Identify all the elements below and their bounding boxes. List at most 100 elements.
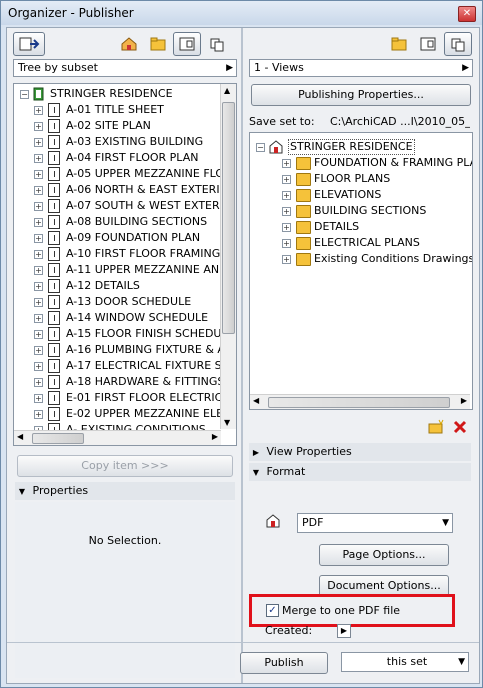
scroll-left-icon[interactable]: ◀ [253, 396, 259, 405]
expand-icon[interactable]: + [34, 298, 43, 307]
collapse-icon[interactable]: − [20, 90, 29, 99]
format-value: PDF [302, 516, 324, 529]
scroll-thumb[interactable] [222, 102, 235, 334]
delete-icon[interactable] [449, 416, 471, 438]
expand-icon[interactable]: + [282, 159, 291, 168]
h-scroll-thumb[interactable] [32, 433, 84, 444]
publisher-sets-icon[interactable] [203, 32, 231, 56]
tree-item-label: A-18 HARDWARE & FITTINGS [66, 375, 225, 388]
page-options-button[interactable]: Page Options... [319, 544, 449, 566]
merge-label[interactable]: Merge to one PDF file [282, 604, 400, 617]
layout-sheet-icon [48, 279, 60, 293]
publisher-sets-icon[interactable] [444, 32, 472, 56]
publish-button[interactable]: Publish [240, 652, 328, 674]
layout-sheet-icon [48, 263, 60, 277]
pane-divider[interactable] [241, 28, 243, 683]
expand-icon[interactable]: + [34, 170, 43, 179]
horizontal-scrollbar[interactable]: ◀ ▶ [14, 430, 221, 445]
tree-item-label: A-11 UPPER MEZZANINE AND [66, 263, 228, 276]
folder-icon [296, 237, 311, 250]
expand-icon[interactable]: + [34, 282, 43, 291]
layout-sheet-icon [48, 151, 60, 165]
publisher-tree-item-label: DETAILS [314, 220, 360, 233]
expand-icon[interactable]: + [34, 330, 43, 339]
expand-icon[interactable]: + [34, 138, 43, 147]
no-selection-text: No Selection. [88, 534, 162, 547]
right-pane: 1 - Views ▶ Publishing Properties... Sav… [245, 28, 477, 683]
view-properties-header[interactable]: ▶ View Properties [249, 443, 471, 461]
view-map-icon[interactable] [385, 32, 413, 56]
window-title: Organizer - Publisher [8, 6, 134, 20]
publisher-tree-item-label: ELEVATIONS [314, 188, 382, 201]
copy-item-button[interactable]: Copy item >>> [17, 455, 233, 477]
expand-icon[interactable]: + [34, 378, 43, 387]
expand-icon[interactable]: + [34, 154, 43, 163]
title-bar[interactable]: Organizer - Publisher ✕ [1, 1, 482, 25]
expand-icon[interactable]: + [34, 122, 43, 131]
scroll-down-icon[interactable]: ▼ [224, 418, 230, 427]
expand-icon[interactable]: + [282, 223, 291, 232]
format-header[interactable]: ▼ Format [249, 463, 471, 481]
layout-tree[interactable]: − STRINGER RESIDENCE + A-01 TITLE SHEET + A… [13, 83, 237, 446]
dropdown-arrow-icon: ▼ [442, 518, 449, 528]
format-dropdown[interactable]: PDF ▼ [297, 513, 453, 533]
expand-icon[interactable]: + [34, 410, 43, 419]
scroll-up-icon[interactable]: ▲ [224, 86, 230, 95]
expand-icon[interactable]: + [282, 255, 291, 264]
expand-icon[interactable]: + [282, 207, 291, 216]
expand-icon[interactable]: + [34, 202, 43, 211]
folder-icon [296, 157, 311, 170]
tree-mode-value: Tree by subset [18, 61, 98, 74]
expand-icon[interactable]: + [34, 362, 43, 371]
expand-icon[interactable]: + [282, 175, 291, 184]
tree-mode-dropdown[interactable]: Tree by subset ▶ [13, 59, 237, 77]
merge-checkbox[interactable]: ✓ [266, 604, 279, 617]
expand-icon[interactable]: + [34, 186, 43, 195]
layout-sheet-icon [48, 103, 60, 117]
expand-icon[interactable]: + [34, 314, 43, 323]
save-set-path[interactable]: C:\ArchiCAD ...I\2010_05_17 [330, 115, 470, 128]
properties-header[interactable]: ▼ Properties [15, 482, 235, 500]
tree-item-label: A-16 PLUMBING FIXTURE & AF [66, 343, 232, 356]
tree-item-label: A-08 BUILDING SECTIONS [66, 215, 208, 228]
properties-panel: No Selection. [15, 502, 235, 678]
layout-sheet-icon [48, 407, 60, 421]
horizontal-scrollbar[interactable]: ◀ ▶ [250, 394, 470, 409]
expand-icon[interactable]: + [282, 239, 291, 248]
close-button[interactable]: ✕ [458, 6, 476, 22]
expand-icon[interactable]: + [34, 218, 43, 227]
publisher-tree[interactable]: − STRINGER RESIDENCE + FOUNDATION & FRAMI… [249, 132, 473, 410]
expand-icon[interactable]: + [34, 346, 43, 355]
collapse-icon[interactable]: − [256, 143, 265, 152]
expand-icon[interactable]: + [34, 106, 43, 115]
expand-triangle-icon: ▼ [252, 468, 260, 477]
dropdown-arrow-icon: ▶ [462, 63, 469, 73]
scroll-right-icon[interactable]: ▶ [212, 432, 218, 441]
tree-item-label: A-14 WINDOW SCHEDULE [66, 311, 209, 324]
view-properties-label: View Properties [266, 445, 352, 458]
expand-icon[interactable]: + [282, 191, 291, 200]
expand-icon[interactable]: + [34, 394, 43, 403]
publish-scope-dropdown[interactable]: this set ▼ [341, 652, 469, 672]
created-arrow-button[interactable]: ▶ [337, 624, 351, 638]
expand-icon[interactable]: + [34, 250, 43, 259]
tree-item-label: A-09 FOUNDATION PLAN [66, 231, 201, 244]
layout-sheet-icon [48, 167, 60, 181]
folder-icon [296, 221, 311, 234]
send-to-icon[interactable] [13, 32, 45, 56]
format-label: Format [266, 465, 306, 478]
folder-icon [296, 205, 311, 218]
layout-book-icon[interactable] [173, 32, 201, 56]
publishing-properties-button[interactable]: Publishing Properties... [251, 84, 471, 106]
scroll-right-icon[interactable]: ▶ [461, 396, 467, 405]
expand-icon[interactable]: + [34, 266, 43, 275]
expand-icon[interactable]: + [34, 234, 43, 243]
vertical-scrollbar[interactable]: ▲ ▼ [220, 84, 236, 429]
scroll-left-icon[interactable]: ◀ [17, 432, 23, 441]
h-scroll-thumb[interactable] [268, 397, 450, 408]
layout-book-icon[interactable] [414, 32, 442, 56]
view-map-icon[interactable] [144, 32, 172, 56]
publisher-set-dropdown[interactable]: 1 - Views ▶ [249, 59, 473, 77]
project-map-icon[interactable] [115, 32, 143, 56]
new-folder-icon[interactable] [425, 416, 447, 438]
